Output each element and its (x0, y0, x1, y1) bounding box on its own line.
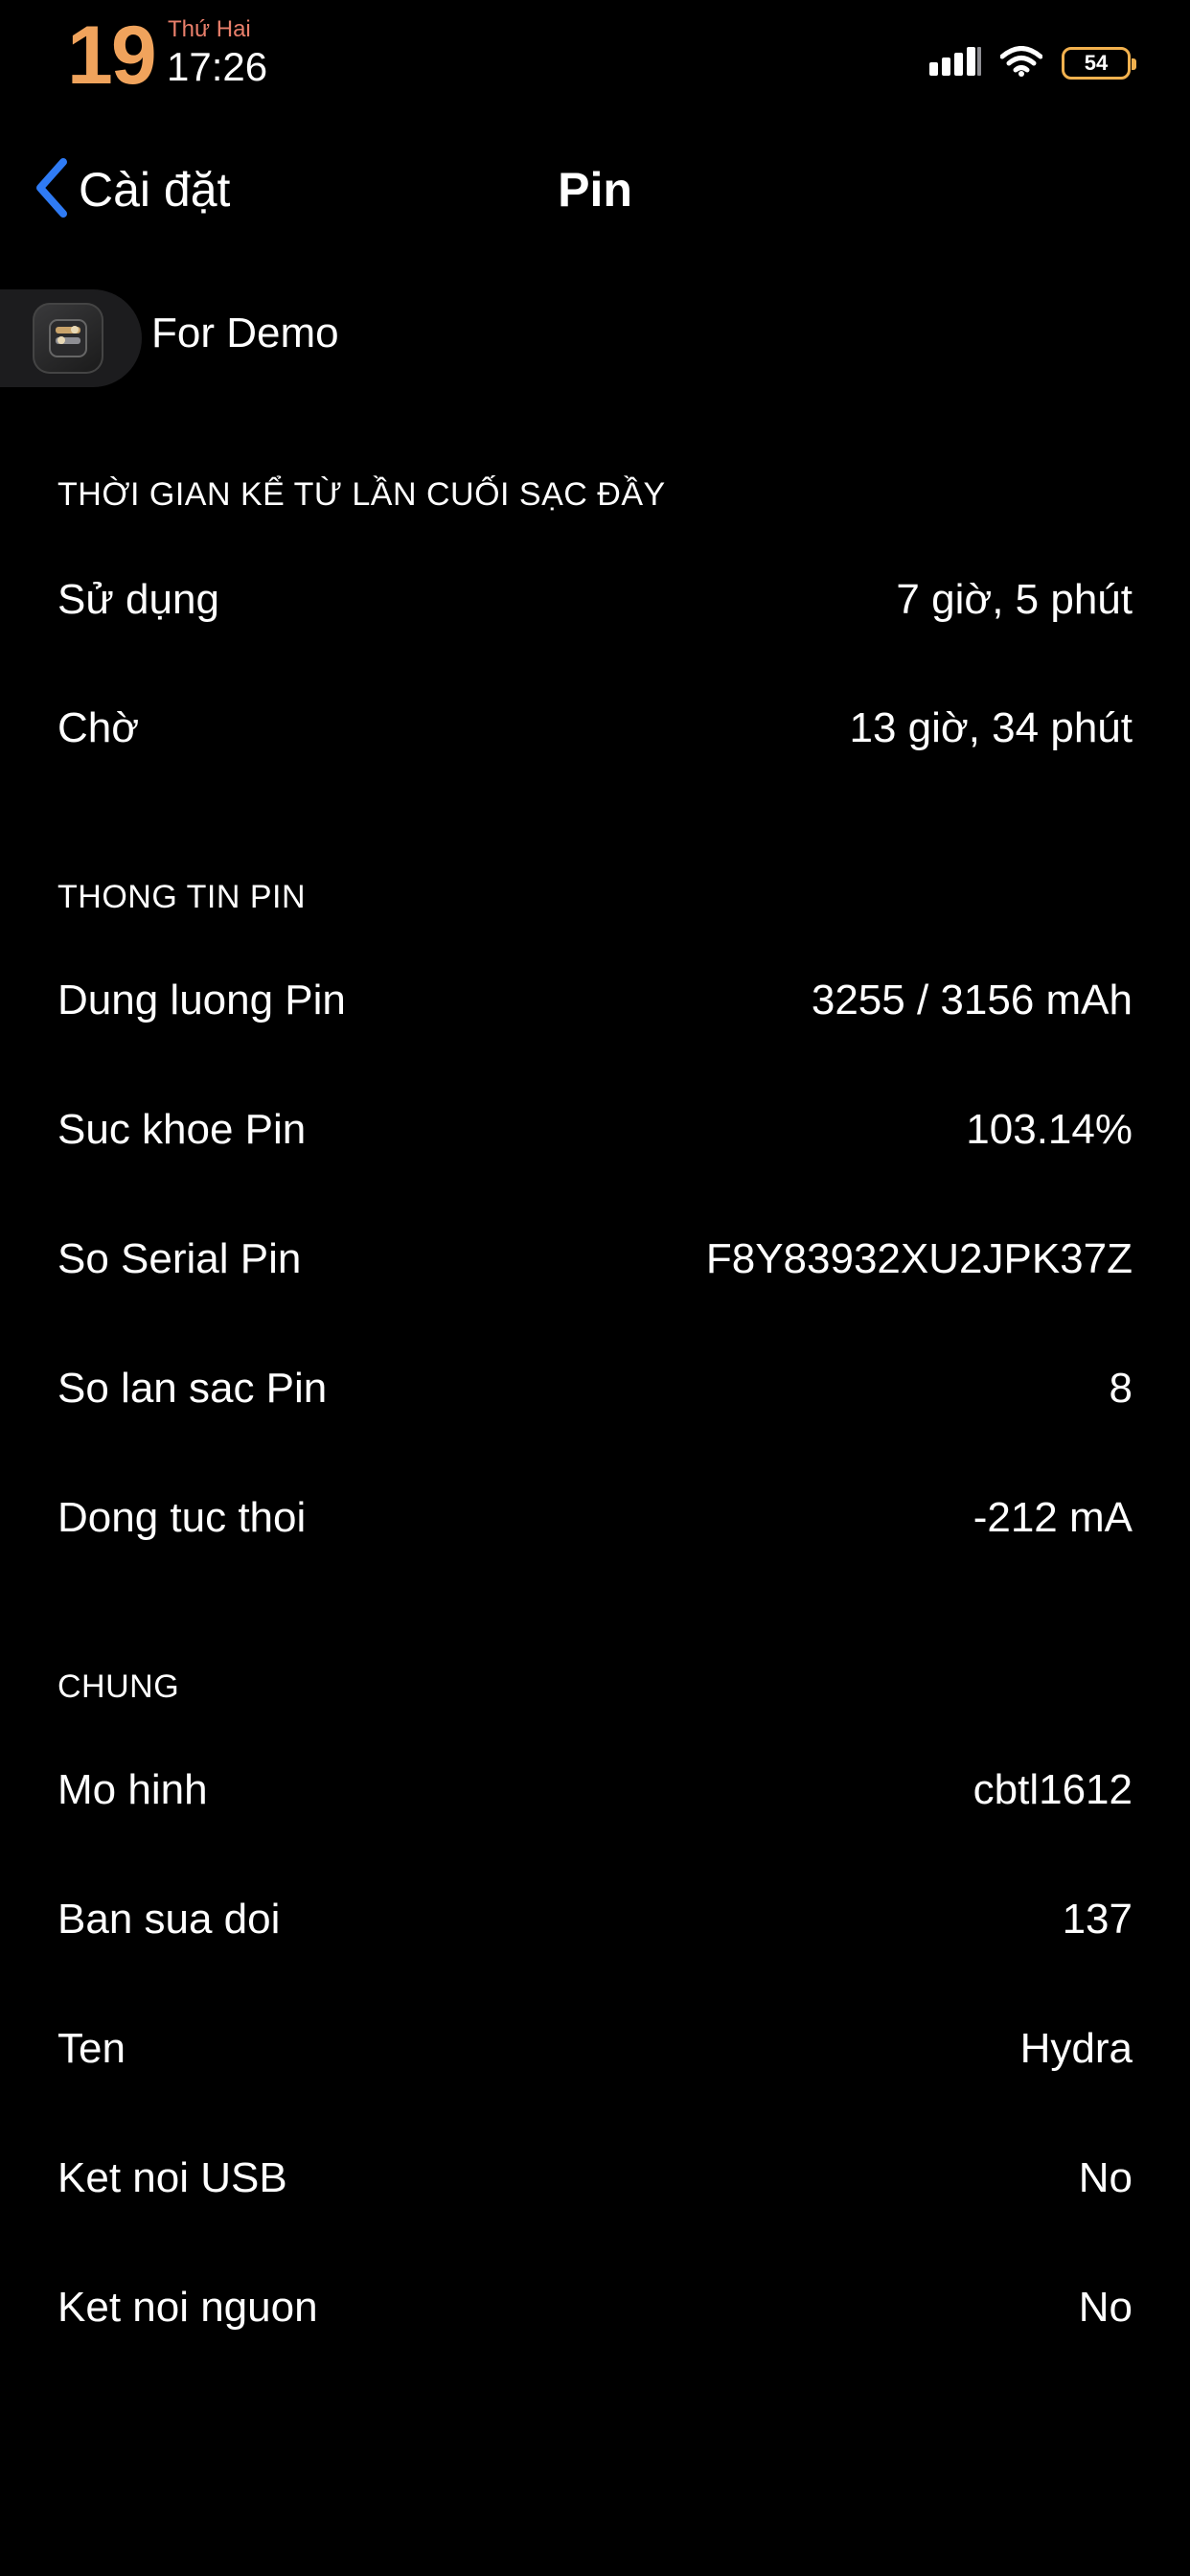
row-cycle-count: So lan sac Pin 8 (57, 1350, 1133, 1427)
row-label: Ket noi USB (57, 2154, 287, 2201)
wifi-icon (999, 45, 1043, 81)
row-label: Chờ (57, 704, 140, 751)
row-value: -212 mA (973, 1494, 1133, 1541)
row-label: Ten (57, 2025, 126, 2072)
row-usage: Sử dụng 7 giờ, 5 phút (57, 562, 1133, 638)
status-bar: 19 Thứ Hai 17:26 54 (0, 0, 1190, 125)
row-usb-connected: Ket noi USB No (57, 2140, 1133, 2217)
section-header-last-charge: THỜI GIAN KỂ TỪ LẦN CUỐI SẠC ĐẦY (57, 476, 666, 513)
row-value: cbtl1612 (973, 1766, 1133, 1813)
row-serial: So Serial Pin F8Y83932XU2JPK37Z (57, 1221, 1133, 1298)
row-value: 3255 / 3156 mAh (811, 977, 1133, 1024)
page-title: Pin (558, 163, 632, 217)
row-value: Hydra (1019, 2025, 1133, 2072)
row-name: Ten Hydra (57, 2011, 1133, 2087)
row-value: 137 (1062, 1896, 1133, 1943)
section-header-general: CHUNG (57, 1668, 180, 1705)
section-header-battery-info: THONG TIN PIN (57, 879, 306, 915)
row-model: Mo hinh cbtl1612 (57, 1752, 1133, 1828)
row-label: So Serial Pin (57, 1235, 302, 1282)
battery-tip (1132, 58, 1136, 70)
row-standby: Chờ 13 giờ, 34 phút (57, 690, 1133, 767)
status-icons: 54 (929, 42, 1136, 84)
battery-icon: 54 (1062, 47, 1136, 80)
row-value: F8Y83932XU2JPK37Z (705, 1235, 1133, 1282)
row-label: Dong tuc thoi (57, 1494, 307, 1541)
status-date-day: 19 (67, 10, 157, 102)
row-value: No (1078, 2284, 1133, 2331)
row-health: Suc khoe Pin 103.14% (57, 1092, 1133, 1168)
status-clock: 17:26 (167, 44, 268, 89)
row-capacity: Dung luong Pin 3255 / 3156 mAh (57, 962, 1133, 1039)
row-label: Sử dụng (57, 576, 219, 623)
nav-bar: Cài đặt Pin (0, 144, 1190, 236)
row-value: 103.14% (966, 1106, 1133, 1153)
row-label: So lan sac Pin (57, 1365, 328, 1412)
demo-label: For Demo (151, 310, 339, 356)
status-weekday: Thứ Hai (168, 16, 251, 42)
row-revision: Ban sua doi 137 (57, 1881, 1133, 1958)
row-label: Dung luong Pin (57, 977, 346, 1024)
row-label: Ban sua doi (57, 1896, 281, 1943)
row-current: Dong tuc thoi -212 mA (57, 1480, 1133, 1556)
demo-pill[interactable] (0, 289, 142, 387)
row-value: 7 giờ, 5 phút (896, 576, 1133, 623)
row-value: No (1078, 2154, 1133, 2201)
row-label: Mo hinh (57, 1766, 208, 1813)
row-label: Ket noi nguon (57, 2284, 318, 2331)
cellular-signal-icon (929, 46, 981, 80)
row-label: Suc khoe Pin (57, 1106, 307, 1153)
demo-app-icon (33, 303, 103, 374)
row-power-connected: Ket noi nguon No (57, 2269, 1133, 2346)
row-value: 13 giờ, 34 phút (849, 704, 1133, 751)
battery-level: 54 (1084, 51, 1109, 75)
row-value: 8 (1109, 1365, 1133, 1412)
